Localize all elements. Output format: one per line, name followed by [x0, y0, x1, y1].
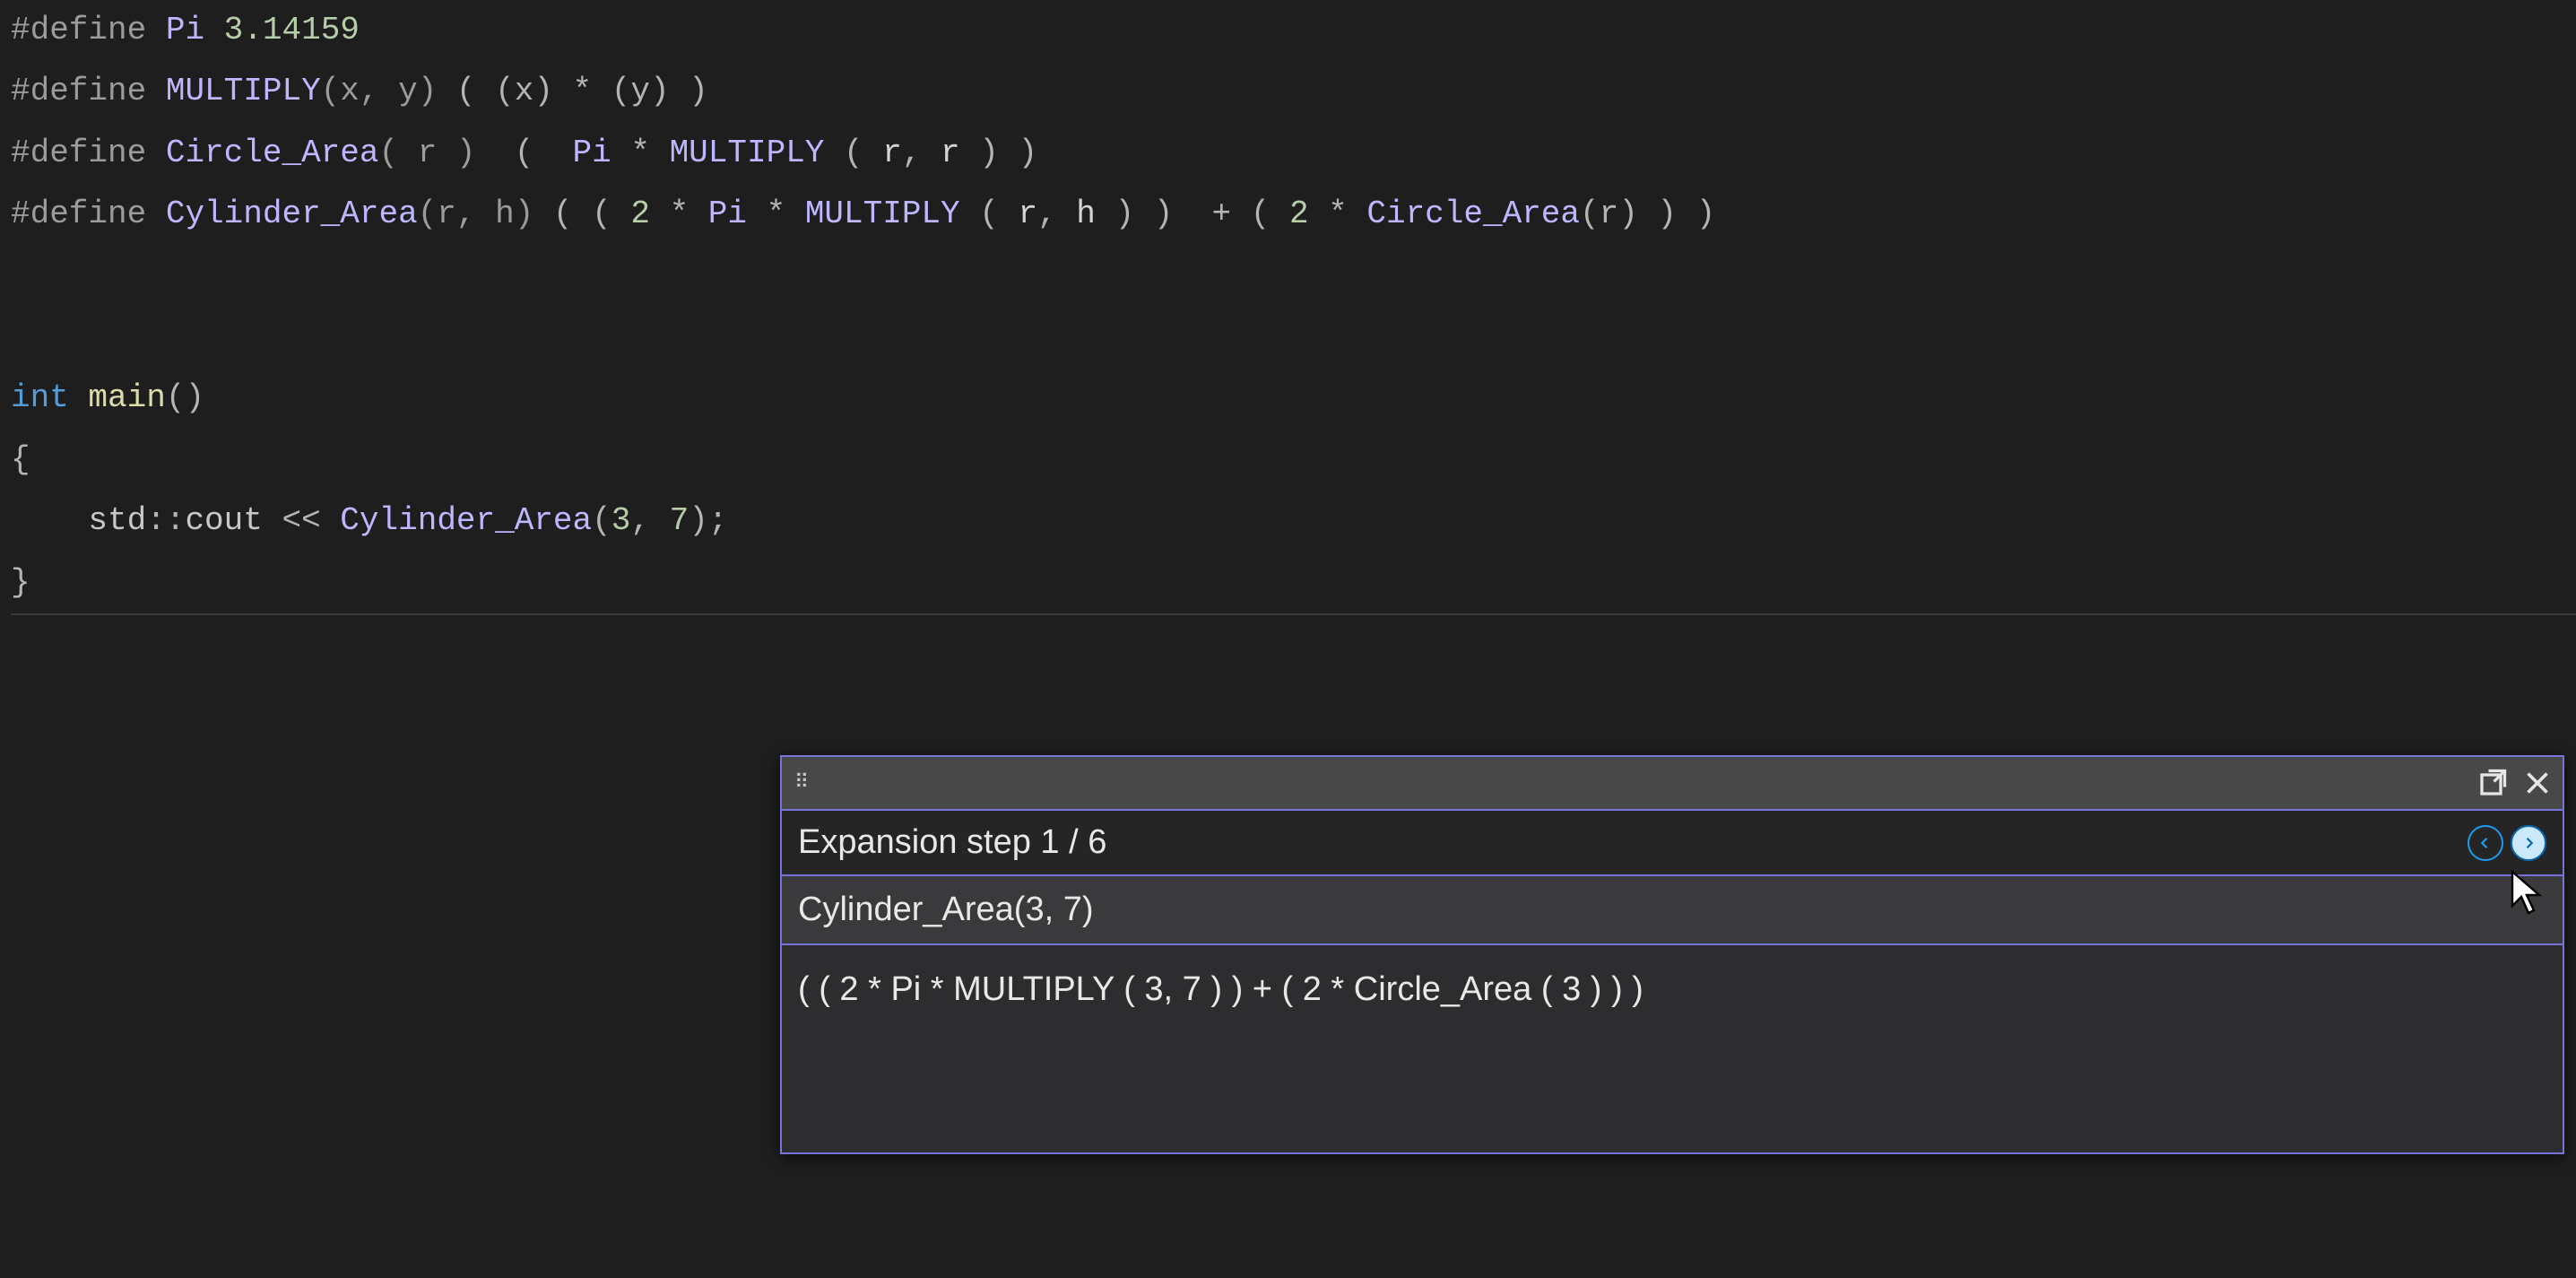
step-prev-button[interactable]: [2468, 825, 2503, 861]
preproc-keyword: #define: [11, 135, 146, 171]
code-line: #define Cylinder_Area(r, h) ( ( 2 * Pi *…: [11, 184, 2576, 245]
popup-step-header: Expansion step 1 / 6: [782, 811, 2563, 876]
macro-params: (x, y): [321, 73, 438, 109]
code-line: int main(): [11, 368, 2576, 429]
macro-name: Cylinder_Area: [166, 196, 418, 232]
macro-params: ( r ): [378, 135, 475, 171]
macro-call-text: Cylinder_Area(3, 7): [798, 891, 1093, 928]
expansion-text: ( ( 2 * Pi * MULTIPLY ( 3, 7 ) ) + ( 2 *…: [798, 970, 1644, 1008]
editor-end-line: [11, 613, 2576, 615]
macro-call-row: Cylinder_Area(3, 7): [782, 876, 2563, 945]
preproc-keyword: #define: [11, 73, 146, 109]
macro-name: Circle_Area: [166, 135, 379, 171]
macro-params: (r, h): [418, 196, 534, 232]
blank-line: [11, 246, 2576, 307]
step-label: Expansion step 1 / 6: [798, 823, 1106, 862]
popup-titlebar-actions: [2476, 767, 2554, 799]
macro-expansion-popup: ⠿ Expansion step 1 / 6: [780, 755, 2564, 1154]
code-editor[interactable]: #define Pi 3.14159 #define MULTIPLY(x, y…: [0, 0, 2576, 613]
code-line: }: [11, 552, 2576, 613]
macro-name: Pi: [166, 12, 204, 48]
close-icon[interactable]: [2521, 767, 2554, 799]
blank-line: [11, 307, 2576, 368]
preproc-keyword: #define: [11, 12, 146, 48]
code-line: std::cout << Cylinder_Area(3, 7);: [11, 491, 2576, 552]
step-next-button[interactable]: [2511, 825, 2546, 861]
macro-name: MULTIPLY: [166, 73, 321, 109]
keyword: int: [11, 379, 69, 416]
number-literal: 3.14159: [224, 12, 360, 48]
code-line: #define Circle_Area( r ) ( Pi * MULTIPLY…: [11, 123, 2576, 184]
macro-expansion-body: ( ( 2 * Pi * MULTIPLY ( 3, 7 ) ) + ( 2 *…: [782, 945, 2563, 1152]
function-name: main: [69, 379, 166, 416]
code-line: #define MULTIPLY(x, y) ( (x) * (y) ): [11, 61, 2576, 122]
popup-grip-icon[interactable]: ⠿: [791, 771, 811, 795]
code-line: {: [11, 430, 2576, 491]
step-nav: [2468, 825, 2546, 861]
popup-titlebar[interactable]: ⠿: [782, 757, 2563, 811]
preproc-keyword: #define: [11, 196, 146, 232]
popout-icon[interactable]: [2476, 767, 2509, 799]
code-line: #define Pi 3.14159: [11, 0, 2576, 61]
